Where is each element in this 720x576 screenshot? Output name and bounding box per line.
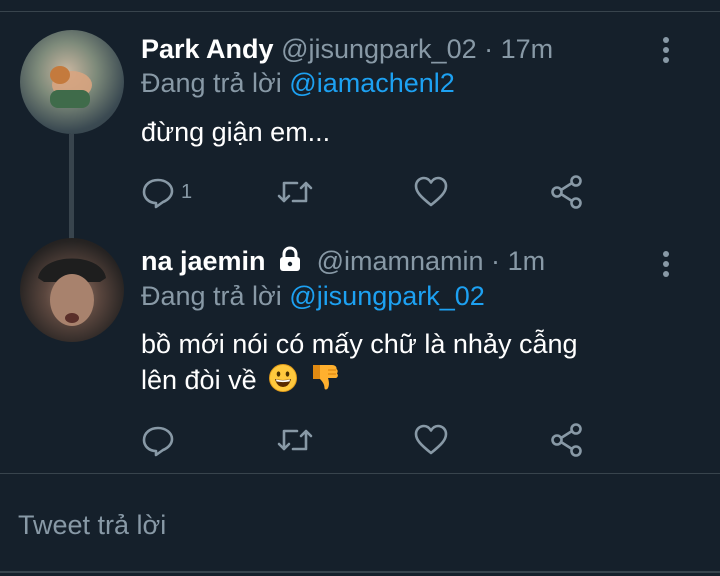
tweet-na-jaemin[interactable]: na jaemin @imamnamin · 1m Đang trả lời @… xyxy=(0,230,720,473)
share-button[interactable] xyxy=(549,172,585,212)
more-options-icon[interactable] xyxy=(656,36,676,71)
share-icon xyxy=(551,423,582,457)
separator: · xyxy=(484,34,494,64)
tweet-park-andy[interactable]: Park Andy @jisungpark_02 · 17m Đang trả … xyxy=(0,12,720,252)
retweet-button[interactable] xyxy=(275,172,315,212)
separator: · xyxy=(491,246,501,276)
tweet-text: đừng giận em... xyxy=(141,117,331,147)
lock-icon xyxy=(277,246,303,280)
reply-count: 1 xyxy=(181,180,193,203)
timestamp[interactable]: 17m xyxy=(501,34,554,64)
replying-to: Đang trả lời @jisungpark_02 xyxy=(141,279,485,313)
tweet-header: Park Andy @jisungpark_02 · 17m xyxy=(141,32,553,66)
mention-link[interactable]: @jisungpark_02 xyxy=(289,281,485,311)
grinning-face-icon xyxy=(268,363,298,401)
avatar[interactable] xyxy=(20,30,124,134)
tweet-actions: 1 xyxy=(141,172,601,212)
more-options-icon[interactable] xyxy=(656,250,676,285)
display-name[interactable]: Park Andy xyxy=(141,34,274,64)
bottom-divider xyxy=(0,571,720,573)
reply-button[interactable] xyxy=(141,420,175,460)
retweet-button[interactable] xyxy=(275,420,315,460)
tweet-text-line: bồ mới nói có mấy chữ là nhảy cẫng xyxy=(141,329,578,359)
tweet-text-line: lên đòi về xyxy=(141,365,257,395)
tweet-text: bồ mới nói có mấy chữ là nhảy cẫng lên đ… xyxy=(141,327,681,401)
replying-prefix: Đang trả lời xyxy=(141,68,282,98)
tweet-actions xyxy=(141,420,601,460)
reply-button[interactable]: 1 xyxy=(141,172,192,212)
retweet-icon xyxy=(277,181,313,203)
reply-icon xyxy=(142,178,174,209)
display-name[interactable]: na jaemin xyxy=(141,246,266,276)
like-button[interactable] xyxy=(413,420,449,460)
like-button[interactable] xyxy=(413,172,449,212)
heart-icon xyxy=(414,424,448,455)
timestamp[interactable]: 1m xyxy=(508,246,546,276)
user-handle[interactable]: @imamnamin xyxy=(317,246,484,276)
thumbs-down-icon xyxy=(310,361,340,401)
reply-composer xyxy=(0,473,720,576)
replying-to: Đang trả lời @iamachenl2 xyxy=(141,66,455,100)
tweet-header: na jaemin @imamnamin · 1m xyxy=(141,244,545,280)
avatar[interactable] xyxy=(20,238,124,342)
reply-input[interactable] xyxy=(16,502,700,548)
retweet-icon xyxy=(277,429,313,451)
reply-icon xyxy=(142,426,174,457)
mention-link[interactable]: @iamachenl2 xyxy=(289,68,455,98)
share-icon xyxy=(551,175,582,209)
user-handle[interactable]: @jisungpark_02 xyxy=(281,34,477,64)
replying-prefix: Đang trả lời xyxy=(141,281,282,311)
share-button[interactable] xyxy=(549,420,585,460)
heart-icon xyxy=(414,176,448,207)
